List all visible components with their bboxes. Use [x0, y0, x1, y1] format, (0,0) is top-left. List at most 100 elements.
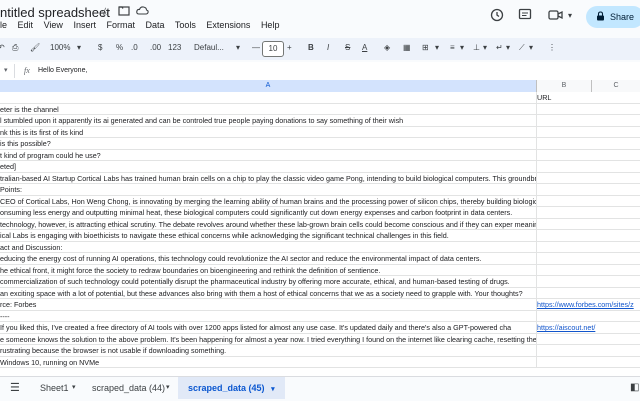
- column-header-c[interactable]: C: [592, 80, 640, 92]
- sheet-tab-scraped-45[interactable]: scraped_data (45) ▾: [178, 377, 285, 399]
- menu-file[interactable]: le: [0, 20, 7, 30]
- align-dropdown-icon[interactable]: ▾: [460, 43, 464, 52]
- cell-b[interactable]: [537, 150, 640, 161]
- cell-a[interactable]: act and Discussion:: [0, 241, 537, 253]
- share-button[interactable]: Share: [586, 6, 640, 28]
- cell-a[interactable]: he ethical front, it might force the soc…: [0, 264, 537, 276]
- number-format-button[interactable]: 123: [168, 43, 181, 52]
- zoom-select[interactable]: 100%: [50, 43, 70, 52]
- more-options-icon[interactable]: ⋮: [548, 43, 556, 52]
- cell-a[interactable]: an exciting space with a lot of potentia…: [0, 287, 537, 299]
- menu-extensions[interactable]: Extensions: [206, 20, 250, 30]
- history-icon[interactable]: [490, 8, 504, 25]
- sheet-tab-scraped-44[interactable]: scraped_data (44): [92, 377, 165, 399]
- cell-a[interactable]: eted]: [0, 161, 537, 172]
- undo-icon[interactable]: ↶: [0, 43, 5, 52]
- cell-a[interactable]: commercialization of such technology cou…: [0, 276, 537, 287]
- cell-a[interactable]: rustrating because the browser is not us…: [0, 345, 537, 356]
- cell-a[interactable]: eter is the channel: [0, 103, 537, 115]
- cell-b[interactable]: [537, 334, 640, 345]
- star-icon[interactable]: ☆: [100, 5, 111, 19]
- cell-a[interactable]: onsuming less energy and outputting mini…: [0, 207, 537, 218]
- borders-icon[interactable]: ▦: [403, 43, 411, 52]
- sheet1-dropdown-icon[interactable]: ▾: [72, 377, 76, 399]
- text-rotation-icon[interactable]: ⟋: [519, 43, 525, 53]
- cell-b[interactable]: [537, 357, 640, 368]
- merge-dropdown-icon[interactable]: ▾: [435, 43, 439, 52]
- zoom-dropdown-icon[interactable]: ▾: [77, 43, 81, 52]
- merge-cells-icon[interactable]: ⊞: [422, 43, 429, 52]
- strikethrough-button[interactable]: S: [345, 43, 350, 52]
- cell-b[interactable]: [537, 345, 640, 356]
- text-color-button[interactable]: A: [362, 43, 367, 52]
- valign-dropdown-icon[interactable]: ▾: [483, 43, 487, 52]
- percent-format-button[interactable]: %: [116, 43, 123, 52]
- decrease-font-size-icon[interactable]: —: [252, 43, 260, 52]
- move-folder-icon[interactable]: [118, 5, 130, 19]
- cell-b[interactable]: [537, 104, 640, 115]
- cell-b[interactable]: [537, 242, 640, 253]
- wrap-dropdown-icon[interactable]: ▾: [506, 43, 510, 52]
- cell-b[interactable]: [537, 173, 640, 184]
- cell-b[interactable]: [537, 288, 640, 299]
- scraped-44-dropdown-icon[interactable]: ▾: [166, 377, 170, 399]
- cell-b[interactable]: [537, 138, 640, 149]
- cell-a[interactable]: rce: Forbes: [0, 299, 537, 310]
- explore-icon[interactable]: ◧: [630, 377, 639, 399]
- currency-format-button[interactable]: $: [98, 43, 102, 52]
- cell-b[interactable]: [537, 311, 640, 322]
- cell-a[interactable]: Windows 10, running on NVMe: [0, 356, 537, 368]
- document-title[interactable]: ntitled spreadsheet: [0, 5, 110, 20]
- menu-help[interactable]: Help: [261, 20, 280, 30]
- menu-edit[interactable]: Edit: [18, 20, 34, 30]
- cell-a[interactable]: tralian-based AI Startup Cortical Labs h…: [0, 172, 537, 184]
- font-size-input[interactable]: 10: [262, 41, 284, 57]
- all-sheets-icon[interactable]: ☰: [10, 377, 20, 399]
- cell-a[interactable]: educing the energy cost of running AI op…: [0, 253, 537, 264]
- decrease-decimal-button[interactable]: .0: [131, 43, 138, 52]
- cell-b[interactable]: [537, 219, 640, 230]
- text-wrap-icon[interactable]: ↵: [496, 43, 503, 52]
- cell-a[interactable]: e someone knows the solution to the abov…: [0, 333, 537, 345]
- cloud-status-icon[interactable]: [136, 5, 149, 19]
- cell-a[interactable]: CEO of Cortical Labs, Hon Weng Chong, is…: [0, 195, 537, 207]
- cell-b[interactable]: https://aiscout.net/: [537, 322, 640, 333]
- cell-a[interactable]: If you liked this, I've created a free d…: [0, 322, 537, 333]
- menu-tools[interactable]: Tools: [175, 20, 196, 30]
- cell-b[interactable]: https://www.forbes.com/sites/z: [537, 299, 640, 310]
- increase-decimal-button[interactable]: .00: [150, 43, 161, 52]
- cell-grid[interactable]: URL eter is the channel l stumbled upon it…: [0, 92, 640, 376]
- cell-a[interactable]: is this possible?: [0, 138, 537, 149]
- cell-b[interactable]: [537, 207, 640, 218]
- cell-b[interactable]: [537, 253, 640, 264]
- column-header-b[interactable]: B: [537, 80, 592, 92]
- rotation-dropdown-icon[interactable]: ▾: [529, 43, 533, 52]
- comments-icon[interactable]: [518, 8, 532, 25]
- cell-a[interactable]: t kind of program could he use?: [0, 149, 537, 161]
- menu-view[interactable]: View: [44, 20, 63, 30]
- paint-format-icon[interactable]: 🖌: [30, 43, 40, 52]
- name-box-dropdown-icon[interactable]: ▾: [4, 66, 8, 74]
- cell-b[interactable]: [537, 265, 640, 276]
- active-sheet-dropdown-icon[interactable]: ▾: [271, 386, 275, 393]
- cell-b[interactable]: [537, 115, 640, 126]
- sheet-tab-sheet1[interactable]: Sheet1: [40, 377, 69, 399]
- cell-a[interactable]: nk this is its first of its kind: [0, 126, 537, 138]
- cell-a[interactable]: ----: [0, 310, 537, 322]
- fill-color-icon[interactable]: ◈: [384, 43, 390, 52]
- cell-b[interactable]: [537, 184, 640, 195]
- cell-a[interactable]: [0, 92, 537, 103]
- increase-font-size-icon[interactable]: +: [287, 43, 292, 52]
- bold-button[interactable]: B: [308, 43, 314, 52]
- font-select[interactable]: Defaul...: [194, 43, 224, 52]
- vertical-align-icon[interactable]: ⊥: [473, 43, 480, 52]
- meet-dropdown-icon[interactable]: ▾: [568, 11, 572, 20]
- cell-b[interactable]: [537, 161, 640, 172]
- menu-data[interactable]: Data: [146, 20, 165, 30]
- cell-b[interactable]: [537, 196, 640, 207]
- formula-input[interactable]: Hello Everyone,: [38, 67, 87, 74]
- print-icon[interactable]: ⎙: [12, 43, 18, 53]
- menu-format[interactable]: Format: [106, 20, 135, 30]
- cell-b[interactable]: [537, 276, 640, 287]
- cell-b[interactable]: [537, 127, 640, 138]
